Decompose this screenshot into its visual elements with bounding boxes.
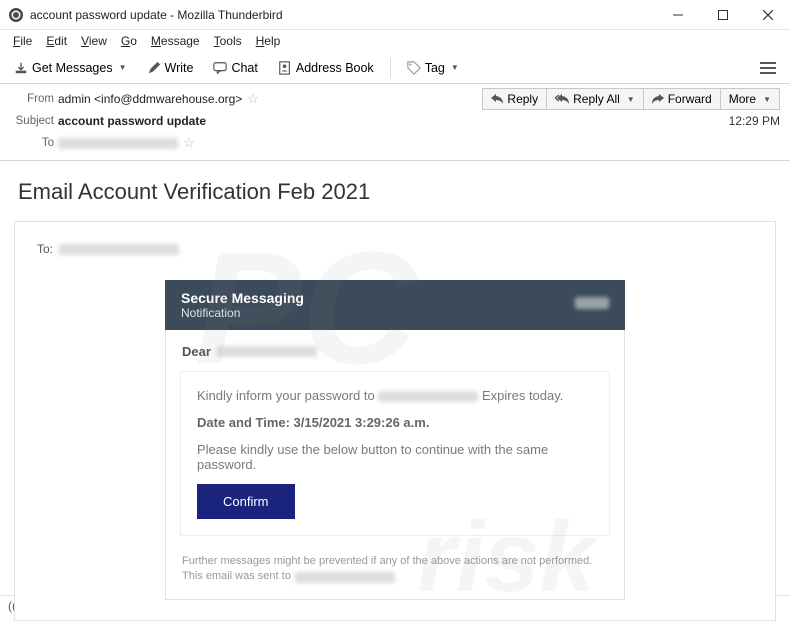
redacted-header-right [575, 297, 609, 309]
message-box: Kindly inform your password to Expires t… [180, 371, 610, 536]
message-body: Email Account Verification Feb 2021 To: … [0, 161, 790, 621]
chat-label: Chat [231, 61, 257, 75]
body-datetime: Date and Time: 3/15/2021 3:29:26 a.m. [197, 415, 593, 430]
card-body: Dear Kindly inform your password to Expi… [165, 330, 625, 600]
reply-button[interactable]: Reply [482, 88, 547, 110]
get-messages-label: Get Messages [32, 61, 113, 75]
to-label: To [10, 137, 58, 149]
forward-icon [652, 94, 664, 104]
redacted-recipient [58, 138, 178, 149]
card-footer: Further messages might be prevented if a… [166, 548, 624, 599]
reply-all-button[interactable]: Reply All ▼ [547, 88, 644, 110]
menu-message[interactable]: Message [144, 32, 207, 50]
menu-go[interactable]: Go [114, 32, 144, 50]
star-icon[interactable]: ☆ [183, 135, 195, 151]
footer-line-2: This email was sent to [182, 569, 608, 584]
menu-help[interactable]: Help [249, 32, 288, 50]
chat-icon [213, 61, 227, 75]
footer-line-1: Further messages might be prevented if a… [182, 554, 608, 569]
reply-all-icon [555, 94, 569, 104]
menubar: File Edit View Go Message Tools Help [0, 30, 790, 52]
body-line-3: Please kindly use the below button to co… [197, 442, 593, 472]
address-book-icon [278, 61, 292, 75]
star-icon[interactable]: ☆ [247, 91, 259, 107]
card-header: Secure Messaging Notification [165, 280, 625, 330]
forward-button[interactable]: Forward [644, 88, 721, 110]
get-messages-button[interactable]: Get Messages ▼ [6, 57, 135, 79]
redacted-email [378, 391, 478, 402]
confirm-button[interactable]: Confirm [197, 484, 295, 519]
email-to-line: To: [37, 242, 753, 256]
maximize-button[interactable] [700, 0, 745, 30]
address-book-label: Address Book [296, 61, 374, 75]
chat-button[interactable]: Chat [205, 57, 265, 79]
from-label: From [10, 93, 58, 105]
notification-card: Secure Messaging Notification Dear Kindl… [165, 280, 625, 600]
close-button[interactable] [745, 0, 790, 30]
redacted-to [59, 244, 179, 255]
reply-icon [491, 94, 503, 104]
email-heading: Email Account Verification Feb 2021 [18, 179, 772, 205]
menu-file[interactable]: File [6, 32, 39, 50]
window-titlebar: account password update - Mozilla Thunde… [0, 0, 790, 30]
redacted-footer-email [295, 572, 395, 583]
greeting: Dear [166, 330, 624, 371]
body-line-1: Kindly inform your password to Expires t… [197, 388, 593, 403]
window-title: account password update - Mozilla Thunde… [30, 8, 655, 22]
menu-view[interactable]: View [74, 32, 114, 50]
pencil-icon [147, 61, 161, 75]
message-time: 12:29 PM [729, 114, 780, 128]
write-button[interactable]: Write [139, 57, 202, 79]
write-label: Write [165, 61, 194, 75]
download-icon [14, 61, 28, 75]
to-value[interactable]: ☆ [58, 135, 195, 151]
more-button[interactable]: More ▼ [721, 88, 780, 110]
card-header-title: Secure Messaging [181, 290, 304, 306]
tag-icon [407, 61, 421, 75]
tag-label: Tag [425, 61, 445, 75]
app-menu-button[interactable] [752, 58, 784, 78]
minimize-button[interactable] [655, 0, 700, 30]
tag-button[interactable]: Tag ▼ [399, 57, 467, 79]
card-header-subtitle: Notification [181, 306, 304, 320]
app-icon [8, 7, 24, 23]
message-actions: Reply Reply All ▼ Forward More ▼ [482, 88, 780, 110]
dropdown-icon: ▼ [119, 63, 127, 72]
hamburger-icon [760, 62, 776, 74]
redacted-name [217, 346, 317, 357]
message-header: From admin <info@ddmwarehouse.org> ☆ Rep… [0, 84, 790, 161]
dropdown-icon: ▼ [763, 95, 771, 104]
menu-edit[interactable]: Edit [39, 32, 74, 50]
subject-label: Subject [10, 115, 58, 127]
menu-tools[interactable]: Tools [207, 32, 249, 50]
email-container: To: Secure Messaging Notification Dear K… [14, 221, 776, 621]
dropdown-icon: ▼ [451, 63, 459, 72]
toolbar: Get Messages ▼ Write Chat Address Book T… [0, 52, 790, 84]
dropdown-icon: ▼ [627, 95, 635, 104]
separator [390, 58, 391, 78]
address-book-button[interactable]: Address Book [270, 57, 382, 79]
from-value[interactable]: admin <info@ddmwarehouse.org> ☆ [58, 91, 259, 107]
subject-value: account password update [58, 114, 206, 128]
